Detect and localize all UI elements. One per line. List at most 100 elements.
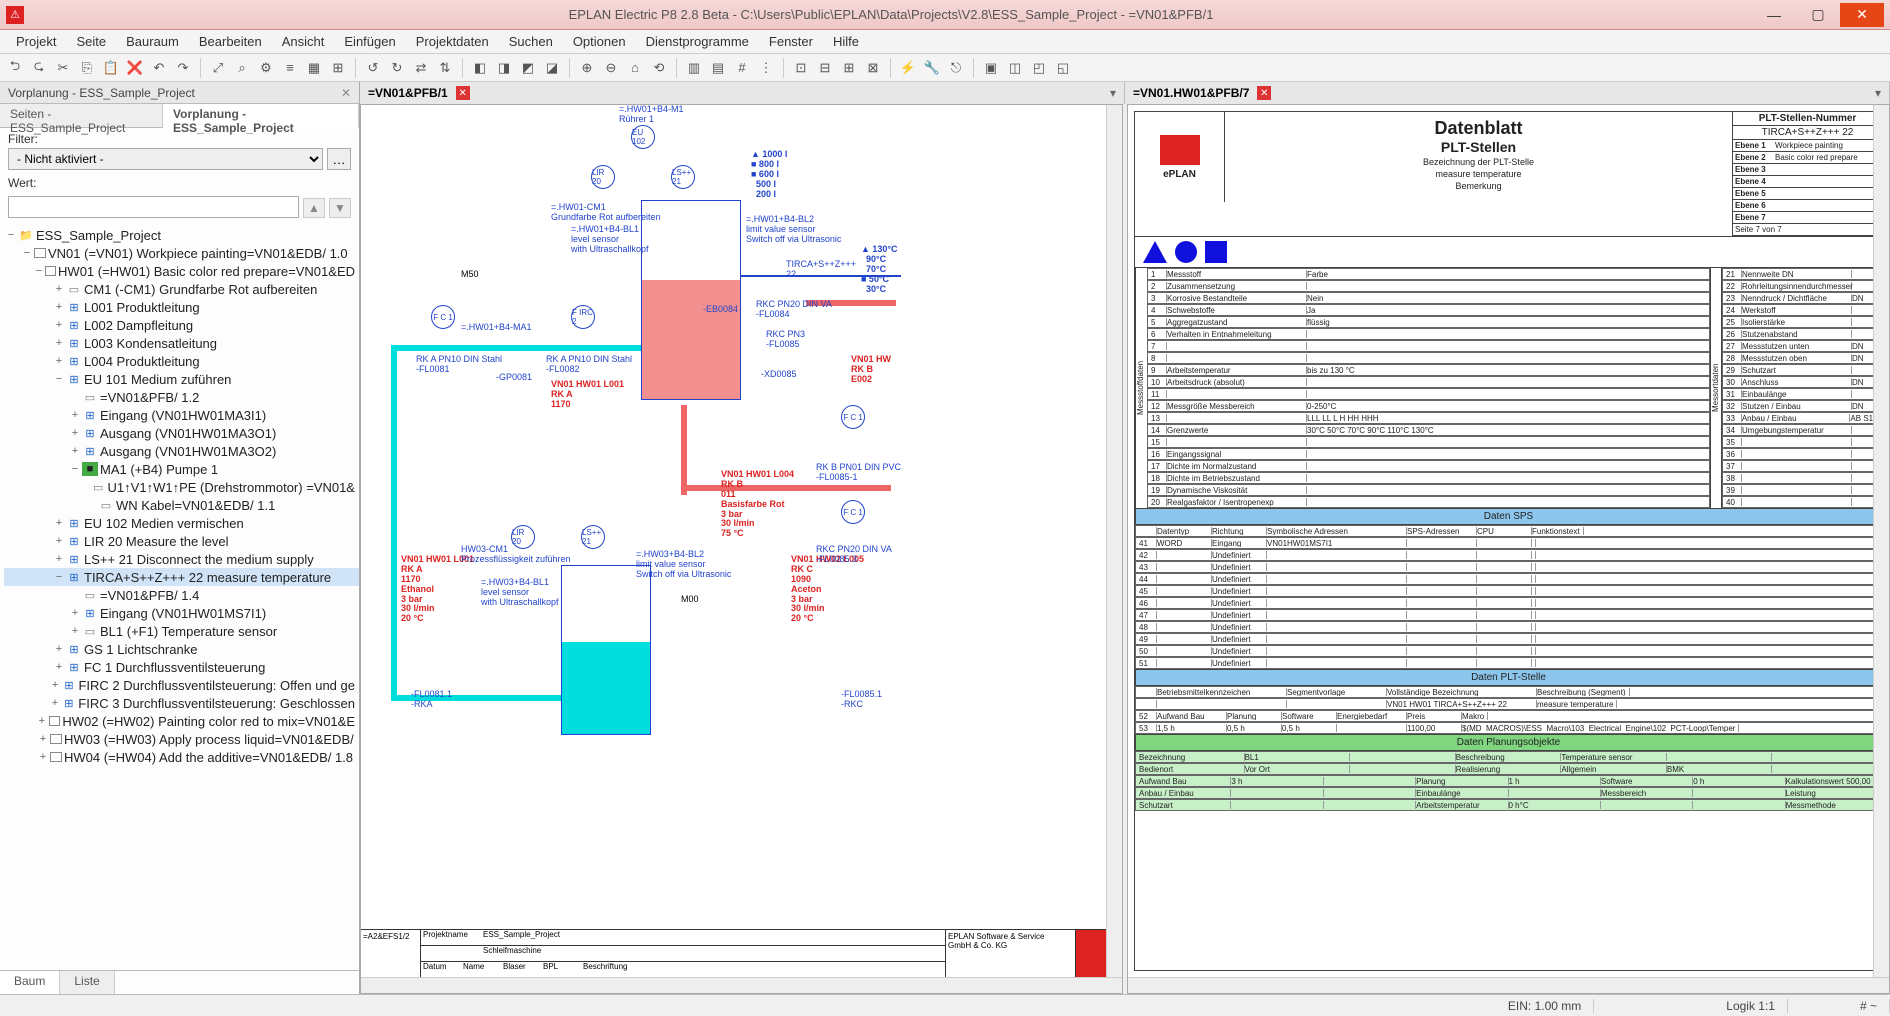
toolbar-button[interactable]: ◩: [517, 57, 539, 79]
toolbar-button[interactable]: ⌂: [624, 57, 646, 79]
doc-tab-right-dropdown-icon[interactable]: ▾: [1875, 86, 1881, 100]
tree-row[interactable]: −VN01 (=VN01) Workpiece painting=VN01&ED…: [4, 244, 359, 262]
toolbar-button[interactable]: ◱: [1052, 57, 1074, 79]
tree-row[interactable]: +⊞Eingang (VN01HW01MS7I1): [4, 604, 359, 622]
tree-row[interactable]: +⊞LS++ 21 Disconnect the medium supply: [4, 550, 359, 568]
toolbar-button[interactable]: ↷: [172, 57, 194, 79]
menu-hilfe[interactable]: Hilfe: [823, 31, 869, 52]
tab-liste[interactable]: Liste: [60, 971, 114, 994]
toolbar-button[interactable]: ▦: [303, 57, 325, 79]
toolbar-button[interactable]: ⎘: [76, 57, 98, 79]
tree-row[interactable]: +⊞Eingang (VN01HW01MA3I1): [4, 406, 359, 424]
doc-tab-left[interactable]: =VN01&PFB/1 ✕ ▾: [360, 82, 1125, 104]
toolbar-button[interactable]: ◫: [1004, 57, 1026, 79]
toolbar-button[interactable]: ⟲: [648, 57, 670, 79]
tree-row[interactable]: −📁ESS_Sample_Project: [4, 226, 359, 244]
menu-bearbeiten[interactable]: Bearbeiten: [189, 31, 272, 52]
toolbar-button[interactable]: 📋: [100, 57, 122, 79]
project-tree[interactable]: −📁ESS_Sample_Project−VN01 (=VN01) Workpi…: [0, 222, 359, 970]
tree-row[interactable]: ▭WN Kabel=VN01&EDB/ 1.1: [4, 496, 359, 514]
toolbar-button[interactable]: ↻: [386, 57, 408, 79]
toolbar-button[interactable]: #: [731, 57, 753, 79]
wert-input[interactable]: [8, 196, 299, 218]
doc-tab-right-close-icon[interactable]: ✕: [1257, 86, 1271, 100]
toolbar-button[interactable]: ⊟: [814, 57, 836, 79]
toolbar-button[interactable]: ◨: [493, 57, 515, 79]
wert-down-button[interactable]: ▼: [329, 198, 351, 218]
menu-ansicht[interactable]: Ansicht: [272, 31, 335, 52]
toolbar-button[interactable]: ⎋: [945, 57, 967, 79]
menu-bauraum[interactable]: Bauraum: [116, 31, 189, 52]
tree-row[interactable]: ▭=VN01&PFB/ 1.2: [4, 388, 359, 406]
vscrollbar[interactable]: [1873, 105, 1889, 977]
menu-projektdaten[interactable]: Projektdaten: [406, 31, 499, 52]
toolbar-button[interactable]: ⇄: [410, 57, 432, 79]
toolbar-button[interactable]: ⚡: [897, 57, 919, 79]
tree-row[interactable]: −⊞TIRCA+S++Z+++ 22 measure temperature: [4, 568, 359, 586]
doc-tab-right[interactable]: =VN01.HW01&PFB/7 ✕ ▾: [1125, 82, 1890, 104]
toolbar-button[interactable]: ↶: [148, 57, 170, 79]
tree-row[interactable]: +⊞LIR 20 Measure the level: [4, 532, 359, 550]
tree-row[interactable]: +⊞EU 102 Medien vermischen: [4, 514, 359, 532]
menu-projekt[interactable]: Projekt: [6, 31, 66, 52]
tree-row[interactable]: +⊞GS 1 Lichtschranke: [4, 640, 359, 658]
toolbar-button[interactable]: ↺: [362, 57, 384, 79]
maximize-button[interactable]: ▢: [1796, 3, 1840, 27]
tree-row[interactable]: +⊞L004 Produktleitung: [4, 352, 359, 370]
menu-suchen[interactable]: Suchen: [499, 31, 563, 52]
menu-fenster[interactable]: Fenster: [759, 31, 823, 52]
toolbar-button[interactable]: ⚙: [255, 57, 277, 79]
tree-row[interactable]: +⊞L003 Kondensatleitung: [4, 334, 359, 352]
tree-row[interactable]: +▭BL1 (+F1) Temperature sensor: [4, 622, 359, 640]
tree-row[interactable]: +▭CM1 (-CM1) Grundfarbe Rot aufbereiten: [4, 280, 359, 298]
toolbar-button[interactable]: 🔧: [921, 57, 943, 79]
wert-up-button[interactable]: ▲: [303, 198, 325, 218]
doc-tab-left-dropdown-icon[interactable]: ▾: [1110, 86, 1116, 100]
toolbar-button[interactable]: ⊞: [838, 57, 860, 79]
toolbar-button[interactable]: ⊠: [862, 57, 884, 79]
close-button[interactable]: ✕: [1840, 3, 1884, 27]
tree-row[interactable]: +HW02 (=HW02) Painting color red to mix=…: [4, 712, 359, 730]
menu-seite[interactable]: Seite: [66, 31, 116, 52]
toolbar-button[interactable]: ⇅: [434, 57, 456, 79]
menu-dienstprogramme[interactable]: Dienstprogramme: [636, 31, 759, 52]
datasheet-pane[interactable]: ePLAN Datenblatt PLT-Stellen Bezeichnung…: [1127, 104, 1890, 994]
toolbar-button[interactable]: ▣: [980, 57, 1002, 79]
toolbar-button[interactable]: ⤢: [207, 57, 229, 79]
minimize-button[interactable]: —: [1752, 3, 1796, 27]
menu-optionen[interactable]: Optionen: [563, 31, 636, 52]
panel-close-icon[interactable]: ✕: [341, 82, 359, 104]
tree-row[interactable]: +HW04 (=HW04) Add the additive=VN01&EDB/…: [4, 748, 359, 766]
toolbar-button[interactable]: ⋮: [755, 57, 777, 79]
doc-tab-left-close-icon[interactable]: ✕: [456, 86, 470, 100]
tree-row[interactable]: −⊞EU 101 Medium zuführen: [4, 370, 359, 388]
menu-einfügen[interactable]: Einfügen: [334, 31, 405, 52]
toolbar-button[interactable]: ⊕: [576, 57, 598, 79]
toolbar-button[interactable]: ⊖: [600, 57, 622, 79]
tree-row[interactable]: ▭=VN01&PFB/ 1.4: [4, 586, 359, 604]
tree-row[interactable]: +⊞L001 Produktleitung: [4, 298, 359, 316]
hscrollbar[interactable]: [361, 977, 1122, 993]
toolbar-button[interactable]: ⮎: [28, 57, 50, 79]
filter-options-button[interactable]: …: [327, 148, 351, 170]
tree-row[interactable]: +⊞FC 1 Durchflussventilsteuerung: [4, 658, 359, 676]
pid-diagram-pane[interactable]: EU 102 LIR 20 LS++ 21 F C 1 F IRC 2 LIR …: [360, 104, 1123, 994]
tree-row[interactable]: +⊞Ausgang (VN01HW01MA3O2): [4, 442, 359, 460]
tab-vorplanung[interactable]: Vorplanung - ESS_Sample_Project: [163, 104, 359, 128]
tree-row[interactable]: −■MA1 (+B4) Pumpe 1: [4, 460, 359, 478]
tree-row[interactable]: +HW03 (=HW03) Apply process liquid=VN01&…: [4, 730, 359, 748]
toolbar-button[interactable]: ⊞: [327, 57, 349, 79]
tab-seiten[interactable]: Seiten - ESS_Sample_Project: [0, 104, 163, 127]
toolbar-button[interactable]: ❌: [124, 57, 146, 79]
toolbar-button[interactable]: ✂: [52, 57, 74, 79]
toolbar-button[interactable]: ◧: [469, 57, 491, 79]
hscrollbar[interactable]: [1128, 977, 1889, 993]
tree-row[interactable]: ▭U1↑V1↑W1↑PE (Drehstrommotor) =VN01&: [4, 478, 359, 496]
toolbar-button[interactable]: ⊡: [790, 57, 812, 79]
toolbar-button[interactable]: ◪: [541, 57, 563, 79]
vscrollbar[interactable]: [1106, 105, 1122, 977]
tree-row[interactable]: +⊞FIRC 2 Durchflussventilsteuerung: Offe…: [4, 676, 359, 694]
toolbar-button[interactable]: ◰: [1028, 57, 1050, 79]
toolbar-button[interactable]: ⌕: [231, 57, 253, 79]
toolbar-button[interactable]: ▥: [683, 57, 705, 79]
